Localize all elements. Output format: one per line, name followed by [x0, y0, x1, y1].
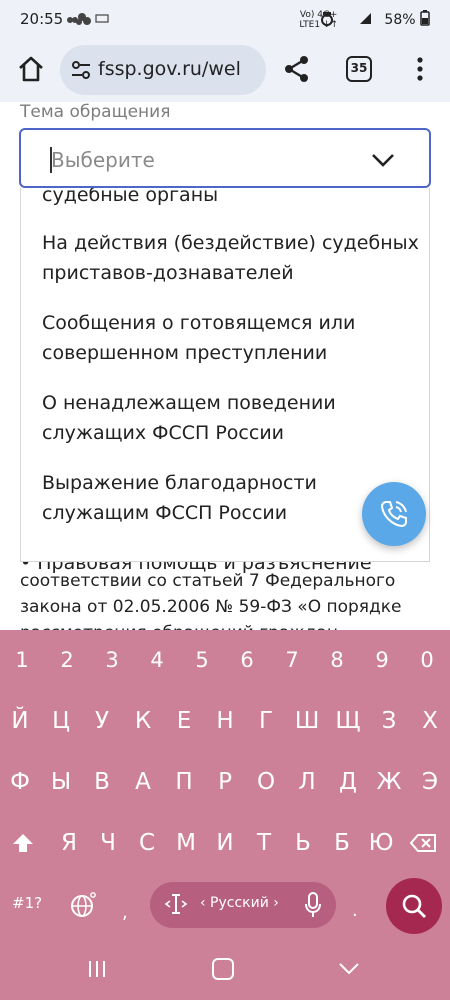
- backspace-icon: [409, 834, 436, 852]
- key[interactable]: Б: [322, 818, 362, 868]
- key[interactable]: А: [123, 757, 163, 807]
- key[interactable]: Ю: [361, 818, 401, 868]
- site-settings-icon[interactable]: [70, 59, 92, 81]
- key[interactable]: 1: [2, 635, 42, 685]
- shift-icon: [13, 834, 33, 852]
- call-button[interactable]: [362, 482, 426, 546]
- key[interactable]: Э: [410, 757, 450, 807]
- key[interactable]: 9: [362, 635, 402, 685]
- search-icon: [402, 894, 426, 918]
- key[interactable]: Я: [49, 818, 89, 868]
- key[interactable]: Ш: [287, 696, 327, 746]
- key[interactable]: П: [164, 757, 204, 807]
- url-text[interactable]: fssp.gov.ru/wel: [98, 58, 241, 80]
- dropdown-option[interactable]: О ненадлежащем поведении служащих ФССП Р…: [42, 388, 422, 448]
- url-bar[interactable]: fssp.gov.ru/wel: [60, 45, 266, 95]
- space-bar[interactable]: ‹ Русский ›: [150, 882, 336, 928]
- key[interactable]: Р: [205, 757, 245, 807]
- letter-row-3: Я Ч С М И Т Ь Б Ю: [0, 818, 450, 868]
- dropdown-option[interactable]: судебные органы: [42, 188, 422, 210]
- key[interactable]: Ы: [41, 757, 81, 807]
- key[interactable]: Г: [246, 696, 286, 746]
- key[interactable]: 4: [137, 635, 177, 685]
- key[interactable]: К: [123, 696, 163, 746]
- home-nav-icon[interactable]: [212, 958, 234, 980]
- key[interactable]: Л: [287, 757, 327, 807]
- description-text: соответствии со статьей 7 Федерального з…: [20, 571, 402, 630]
- phone-icon: [380, 501, 407, 528]
- key[interactable]: 0: [407, 635, 447, 685]
- language-label: ‹ Русский ›: [200, 895, 279, 911]
- chevron-down-icon[interactable]: [371, 152, 395, 168]
- comma-key[interactable]: ,: [122, 902, 128, 923]
- shift-key[interactable]: [3, 818, 43, 868]
- battery-icon: [420, 10, 430, 26]
- backspace-key[interactable]: [403, 818, 443, 868]
- number-row: 1 2 3 4 5 6 7 8 9 0: [0, 635, 450, 685]
- key[interactable]: Ч: [88, 818, 128, 868]
- key[interactable]: 2: [47, 635, 87, 685]
- home-icon[interactable]: [16, 54, 46, 84]
- key[interactable]: Ь: [283, 818, 323, 868]
- key[interactable]: О: [246, 757, 286, 807]
- signal-icon: [360, 13, 372, 24]
- key[interactable]: М: [166, 818, 206, 868]
- key[interactable]: З: [369, 696, 409, 746]
- key[interactable]: Х: [410, 696, 450, 746]
- key[interactable]: С: [127, 818, 167, 868]
- battery-indicator: 58%: [359, 10, 430, 28]
- key[interactable]: Т: [244, 818, 284, 868]
- status-bar: 20:55 Vo) 4G+ LTE1 ↓↑ 58%: [0, 0, 450, 40]
- symbols-key[interactable]: #1?: [12, 894, 42, 912]
- back-chevron-icon[interactable]: [338, 962, 360, 976]
- key[interactable]: Е: [164, 696, 204, 746]
- share-icon[interactable]: [282, 54, 312, 84]
- key[interactable]: 5: [182, 635, 222, 685]
- globe-icon[interactable]: [70, 892, 96, 918]
- search-key[interactable]: [386, 878, 442, 934]
- notification-icons: [66, 9, 110, 31]
- browser-toolbar: fssp.gov.ru/wel 35: [0, 40, 450, 102]
- recent-apps-icon[interactable]: [87, 960, 107, 978]
- letter-row-1: Й Ц У К Е Н Г Ш Щ З Х: [0, 696, 450, 746]
- key[interactable]: 6: [227, 635, 267, 685]
- key[interactable]: 3: [92, 635, 132, 685]
- on-screen-keyboard: 1 2 3 4 5 6 7 8 9 0 Й Ц У К Е Н Г Ш Щ З …: [0, 630, 450, 1000]
- key[interactable]: Й: [0, 696, 40, 746]
- key[interactable]: Ж: [369, 757, 409, 807]
- key[interactable]: Н: [205, 696, 245, 746]
- key[interactable]: Ц: [41, 696, 81, 746]
- key[interactable]: И: [205, 818, 245, 868]
- page-content: Тема обращения • Правовая помощь и разъя…: [0, 102, 450, 630]
- field-label: Тема обращения: [20, 102, 171, 122]
- network-indicator: Vo) 4G+ LTE1 ↓↑: [299, 10, 338, 30]
- key[interactable]: 7: [272, 635, 312, 685]
- topic-select[interactable]: Выберите: [19, 128, 431, 188]
- key[interactable]: Щ: [328, 696, 368, 746]
- tab-switcher-button[interactable]: 35: [346, 56, 372, 82]
- key[interactable]: У: [82, 696, 122, 746]
- dropdown-option[interactable]: Сообщения о готовящемся или совершенном …: [42, 308, 422, 368]
- status-time: 20:55: [20, 10, 64, 28]
- system-navigation-bar: [0, 940, 450, 1000]
- more-menu-icon[interactable]: [410, 54, 430, 86]
- cursor-control-icon[interactable]: [164, 892, 188, 921]
- key[interactable]: Ф: [0, 757, 40, 807]
- letter-row-2: Ф Ы В А П Р О Л Д Ж Э: [0, 757, 450, 807]
- period-key[interactable]: .: [352, 900, 358, 921]
- dropdown-option[interactable]: На действия (бездействие) судебных прист…: [42, 228, 422, 288]
- key[interactable]: Д: [328, 757, 368, 807]
- select-placeholder[interactable]: Выберите: [51, 148, 155, 172]
- battery-percent: 58%: [384, 12, 416, 28]
- key[interactable]: В: [82, 757, 122, 807]
- microphone-icon[interactable]: [304, 892, 322, 918]
- notification-icon: [67, 13, 109, 25]
- key[interactable]: 8: [317, 635, 357, 685]
